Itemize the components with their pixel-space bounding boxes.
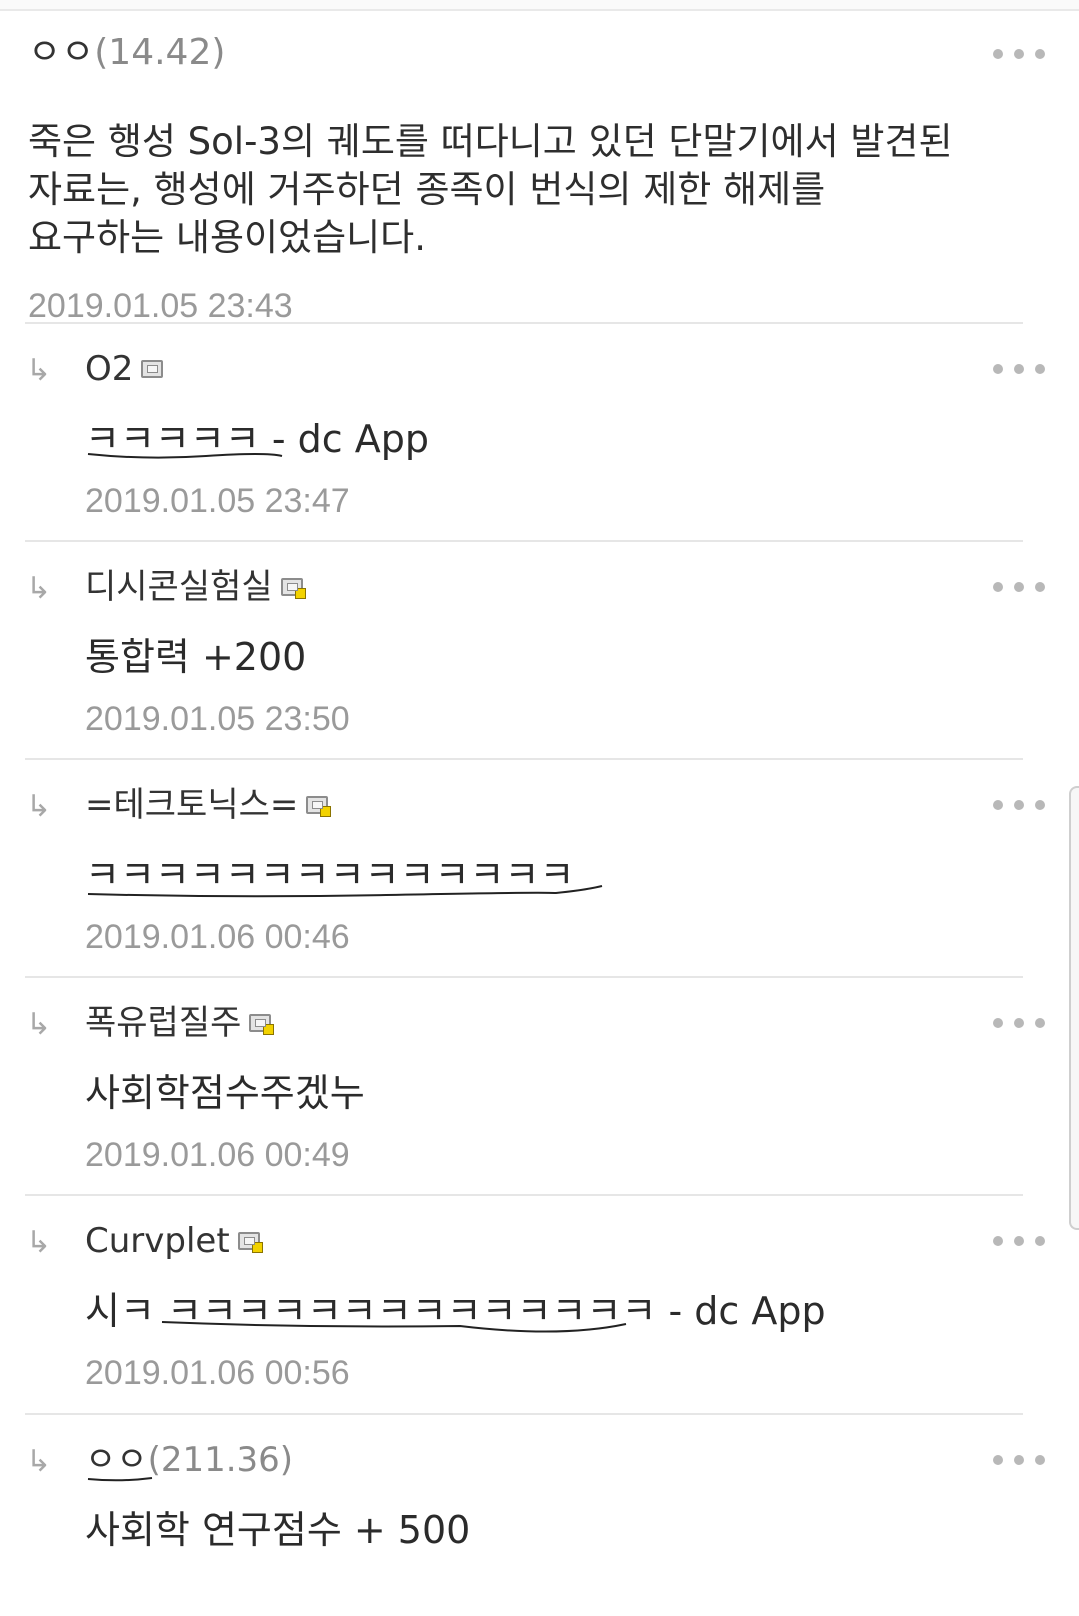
divider bbox=[25, 540, 1023, 542]
scrollbar[interactable] bbox=[1069, 786, 1079, 1230]
divider bbox=[25, 1413, 1023, 1415]
reply-timestamp: 2019.01.05 23:50 bbox=[85, 700, 350, 738]
reply-timestamp: 2019.01.05 23:47 bbox=[85, 482, 350, 520]
comment-body: 죽은 행성 Sol-3의 궤도를 떠다니고 있던 단말기에서 발견된 자료는, … bbox=[28, 118, 1038, 262]
top-border bbox=[0, 0, 1079, 11]
reply-text: 시ㅋ ㅋㅋㅋㅋㅋㅋㅋㅋㅋㅋㅋㅋㅋㅋ - dc App bbox=[85, 1289, 826, 1333]
reply-author-name[interactable]: Curvplet bbox=[85, 1219, 230, 1263]
more-options-icon[interactable] bbox=[993, 362, 1045, 376]
gallog-fixed-icon[interactable] bbox=[237, 1232, 263, 1253]
comment-author-name[interactable]: ㅇㅇ bbox=[28, 32, 94, 73]
reply-author[interactable]: =테크토닉스= bbox=[85, 783, 332, 827]
gallog-icon[interactable] bbox=[141, 360, 164, 378]
more-options-icon[interactable] bbox=[993, 798, 1045, 812]
more-options-icon[interactable] bbox=[993, 1016, 1045, 1030]
reply-author[interactable]: O2 bbox=[85, 347, 164, 391]
main-comment: ㅇㅇ(14.42) 죽은 행성 Sol-3의 궤도를 떠다니고 있던 단말기에서… bbox=[28, 26, 1048, 326]
gallog-fixed-icon[interactable] bbox=[306, 796, 332, 817]
reply-author[interactable]: 디시콘실험실 bbox=[85, 565, 306, 609]
divider bbox=[25, 322, 1023, 324]
reply-text: ㅋㅋㅋㅋㅋㅋㅋㅋㅋㅋㅋㅋㅋㅋ bbox=[85, 853, 575, 897]
comment-timestamp: 2019.01.05 23:43 bbox=[28, 287, 293, 325]
reply-timestamp: 2019.01.06 00:49 bbox=[85, 1136, 350, 1174]
comment-body-line: 요구하는 내용이었습니다. bbox=[28, 216, 426, 259]
more-options-icon[interactable] bbox=[993, 580, 1045, 594]
comment-author-ip: (14.42) bbox=[94, 32, 226, 73]
gallog-fixed-icon[interactable] bbox=[280, 578, 306, 599]
comment-body-line: 자료는, 행성에 거주하던 종족이 번식의 제한 해제를 bbox=[28, 168, 826, 211]
reply-author-name[interactable]: =테크토닉스= bbox=[85, 783, 298, 827]
reply-arrow-icon: ↳ bbox=[26, 1225, 52, 1260]
reply-author-name[interactable]: 디시콘실험실 bbox=[85, 565, 273, 609]
reply-author-name[interactable]: O2 bbox=[85, 347, 133, 391]
reply-text: 사회학점수주겠누 bbox=[85, 1071, 365, 1115]
reply-text: 사회학 연구점수 + 500 bbox=[85, 1508, 471, 1552]
reply-author[interactable]: ㅇㅇ (211.36) bbox=[85, 1438, 293, 1482]
reply-arrow-icon: ↳ bbox=[26, 571, 52, 606]
reply-author[interactable]: Curvplet bbox=[85, 1219, 263, 1263]
reply-timestamp: 2019.01.06 00:56 bbox=[85, 1354, 350, 1392]
reply-author-name[interactable]: 폭유럽질주 bbox=[85, 1001, 241, 1045]
reply-arrow-icon: ↳ bbox=[26, 789, 52, 824]
reply-text: ㅋㅋㅋㅋㅋ - dc App bbox=[85, 417, 430, 461]
reply-arrow-icon: ↳ bbox=[26, 1007, 52, 1042]
reply-author-ip: (211.36) bbox=[147, 1440, 294, 1480]
divider bbox=[25, 976, 1023, 978]
reply-author[interactable]: 폭유럽질주 bbox=[85, 1001, 275, 1045]
reply-text: 통합력 +200 bbox=[85, 635, 307, 679]
comment-author-line[interactable]: ㅇㅇ(14.42) bbox=[28, 26, 1048, 80]
more-options-icon[interactable] bbox=[993, 1234, 1045, 1248]
more-options-icon[interactable] bbox=[993, 47, 1045, 61]
more-options-icon[interactable] bbox=[993, 1453, 1045, 1467]
reply-author-name[interactable]: ㅇㅇ bbox=[85, 1438, 148, 1482]
reply-arrow-icon: ↳ bbox=[26, 353, 52, 388]
reply-timestamp: 2019.01.06 00:46 bbox=[85, 918, 350, 956]
divider bbox=[25, 1194, 1023, 1196]
comment-body-line: 죽은 행성 Sol-3의 궤도를 떠다니고 있던 단말기에서 발견된 bbox=[28, 120, 953, 163]
gallog-fixed-icon[interactable] bbox=[249, 1014, 275, 1035]
divider bbox=[25, 758, 1023, 760]
reply-arrow-icon: ↳ bbox=[26, 1444, 52, 1479]
